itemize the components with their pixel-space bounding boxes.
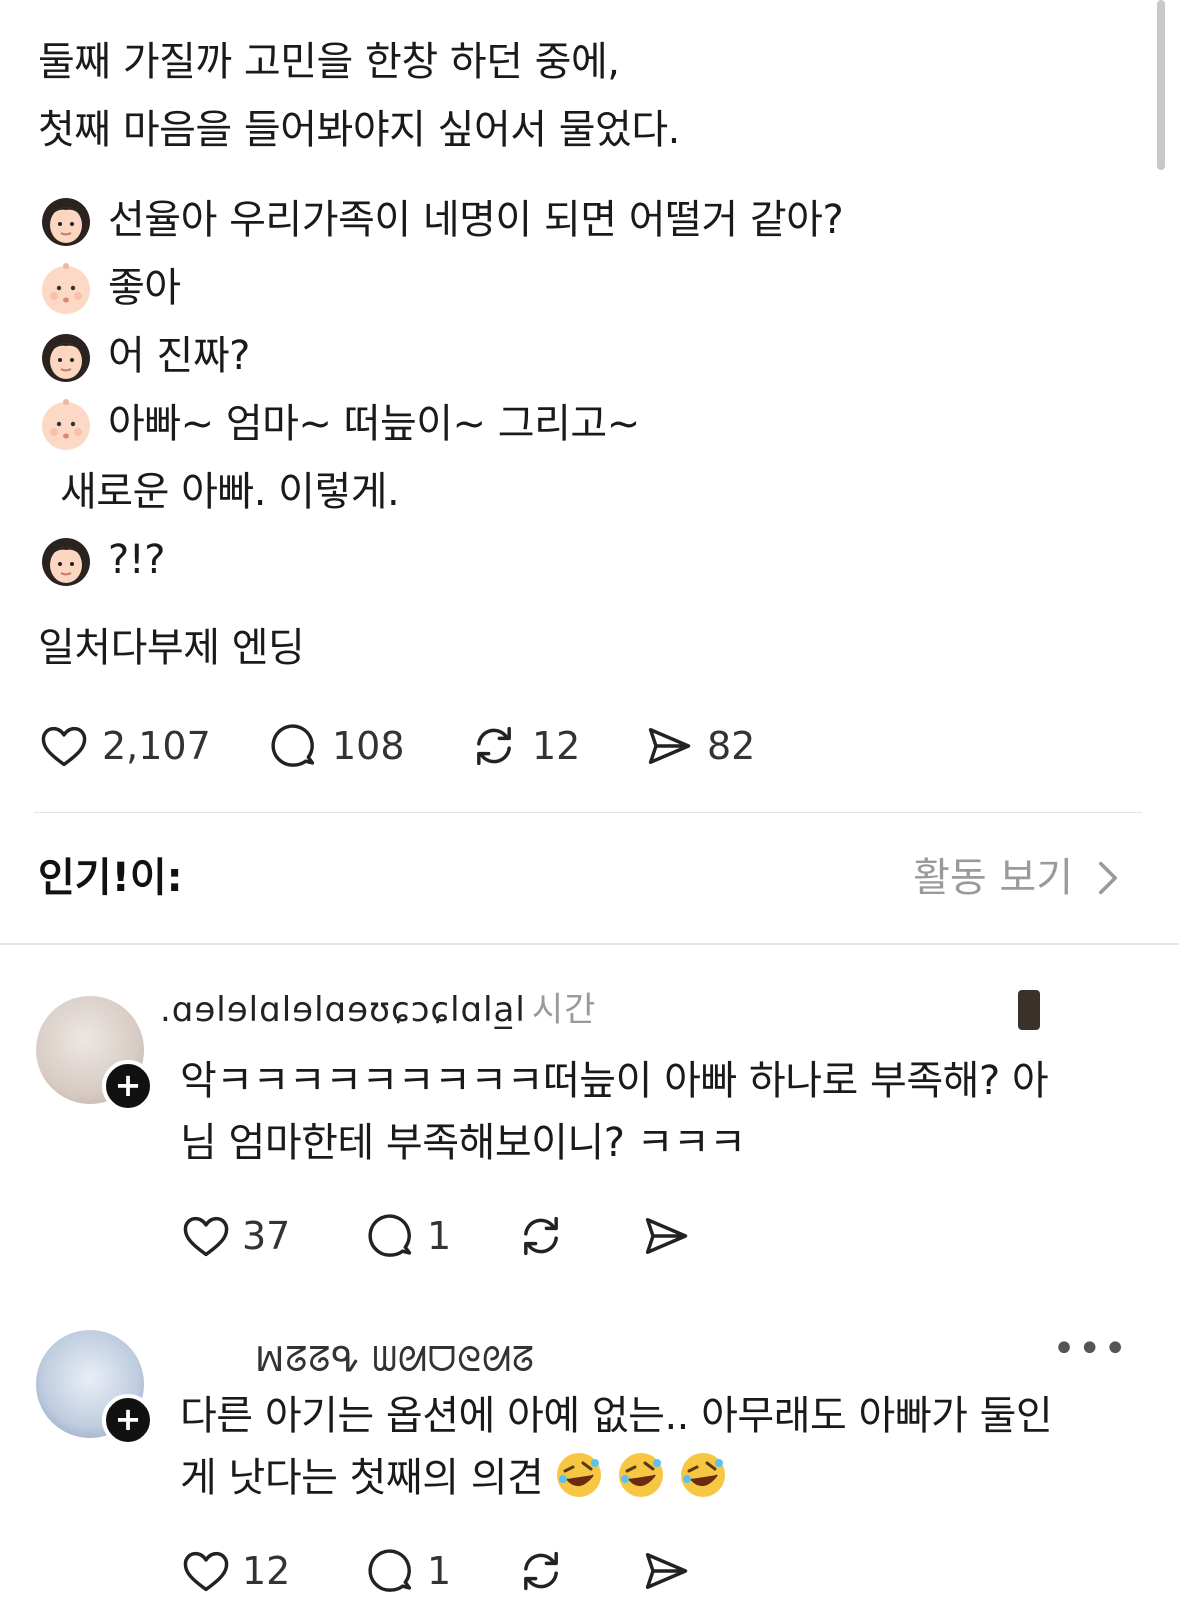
- rolling-laughing-emoji-icon: [619, 1453, 664, 1497]
- popular-heading: 인기!이:: [38, 855, 183, 901]
- woman-emoji-icon: [42, 334, 90, 382]
- comment-reply-button[interactable]: 1: [365, 1210, 515, 1262]
- post-actions: 2,107 108 12 82: [38, 718, 803, 774]
- comment-like-button[interactable]: 12: [180, 1545, 365, 1597]
- comment-bubble-icon: [271, 724, 315, 767]
- dialogue-text-4: 아빠~ 엄마~ 떠늪이~ 그리고~: [108, 401, 640, 447]
- baby-emoji-icon: [42, 399, 90, 450]
- like-button[interactable]: 2,107: [38, 720, 268, 772]
- send-icon: [645, 1553, 688, 1589]
- comment-reply-count: 1: [427, 1549, 452, 1593]
- repost-icon: [524, 1551, 558, 1591]
- comment-like-count: 12: [242, 1549, 291, 1593]
- send-icon: [648, 728, 691, 764]
- media-thumbnail[interactable]: [1018, 990, 1040, 1030]
- comment-reply-button[interactable]: 1: [365, 1545, 515, 1597]
- baby-emoji-icon: [42, 263, 90, 314]
- woman-emoji-icon: [42, 198, 90, 246]
- post-line-2: 첫째 마음을 들어봐야지 싶어서 물었다.: [38, 107, 680, 153]
- dialogue-line-2: 좋아: [38, 254, 1118, 322]
- share-count: 82: [707, 724, 756, 768]
- dialogue-text-6: ?!?: [108, 537, 166, 583]
- repost-button[interactable]: 12: [468, 720, 643, 772]
- comment-share-button[interactable]: [640, 1210, 740, 1262]
- dialogue-line-4: 아빠~ 엄마~ 떠늪이~ 그리고~: [38, 390, 1118, 458]
- follow-plus-icon[interactable]: +: [102, 1060, 154, 1112]
- heart-icon: [183, 1551, 229, 1592]
- comment-count: 108: [332, 724, 405, 768]
- section-divider: [0, 943, 1179, 945]
- comment-text-line-2: 게 낫다는 첫째의 의견: [180, 1447, 1130, 1509]
- dialogue-line-5: 새로운 아빠. 이렇게.: [60, 469, 400, 515]
- dialogue-text-1: 선율아 우리가족이 네명이 되면 어떨거 같아?: [108, 197, 844, 243]
- dialogue-text-2: 좋아: [108, 265, 181, 311]
- share-button[interactable]: 82: [643, 720, 803, 772]
- post-line-1: 둘째 가질까 고민을 한창 하던 중에,: [38, 39, 620, 85]
- comment-share-button[interactable]: [640, 1545, 740, 1597]
- comment-repost-button[interactable]: [515, 1545, 640, 1597]
- woman-emoji-icon: [42, 538, 90, 586]
- comment-button[interactable]: 108: [268, 720, 468, 772]
- rolling-laughing-emoji-icon: [681, 1453, 726, 1497]
- comment-username[interactable]: ꟽᘔᘔᕴ ᗯᘛᗜᘓᘛᘔ: [255, 1335, 535, 1385]
- repost-icon: [477, 726, 511, 766]
- comment-text: 악ㅋㅋㅋㅋㅋㅋㅋㅋㅋ떠늪이 아빠 하나로 부족해? 아 님 엄마한테 부족해보이…: [180, 1058, 1049, 1166]
- dialogue-line-3: 어 진짜?: [38, 322, 1118, 390]
- repost-icon: [524, 1216, 558, 1256]
- comment-actions: 12 1: [180, 1545, 740, 1597]
- comment-bubble-icon: [368, 1549, 412, 1592]
- chevron-right-icon: [1099, 861, 1117, 895]
- follow-plus-icon[interactable]: +: [102, 1394, 154, 1446]
- dialogue-line-6: ?!?: [38, 526, 1118, 594]
- comment-reply-count: 1: [427, 1214, 452, 1258]
- comment-username[interactable]: .ɑɘlɘlɑlɘlɑɘʊɕɔɕlɑla̲l 시간: [160, 985, 596, 1035]
- dialogue-line-1: 선율아 우리가족이 네명이 되면 어떨거 같아?: [38, 186, 1118, 254]
- comment-like-count: 37: [242, 1214, 291, 1258]
- rolling-laughing-emoji-icon: [557, 1453, 602, 1497]
- comment-text: 다른 아기는 옵션에 아예 없는.. 아무래도 아빠가 둘인 게 낫다는 첫째의…: [180, 1385, 1130, 1509]
- like-count: 2,107: [102, 724, 211, 768]
- more-options-icon[interactable]: •••: [1052, 1326, 1129, 1372]
- comment-bubble-icon: [368, 1214, 412, 1257]
- dialogue-text-3: 어 진짜?: [108, 333, 250, 379]
- heart-icon: [41, 726, 87, 767]
- repost-count: 12: [532, 724, 581, 768]
- heart-icon: [183, 1216, 229, 1257]
- activity-label: 활동 보기: [913, 855, 1073, 901]
- divider: [34, 812, 1142, 813]
- send-icon: [645, 1218, 688, 1254]
- post-body: 둘째 가질까 고민을 한창 하던 중에, 첫째 마음을 들어봐야지 싶어서 물었…: [38, 28, 1118, 682]
- activity-link[interactable]: 활동 보기: [913, 850, 1123, 906]
- scrollbar[interactable]: [1157, 0, 1165, 170]
- comment-time: 시간: [531, 990, 597, 1030]
- comment-repost-button[interactable]: [515, 1210, 640, 1262]
- comment-actions: 37 1: [180, 1210, 740, 1262]
- comment-like-button[interactable]: 37: [180, 1210, 365, 1262]
- post-ending: 일처다부제 엔딩: [38, 625, 305, 671]
